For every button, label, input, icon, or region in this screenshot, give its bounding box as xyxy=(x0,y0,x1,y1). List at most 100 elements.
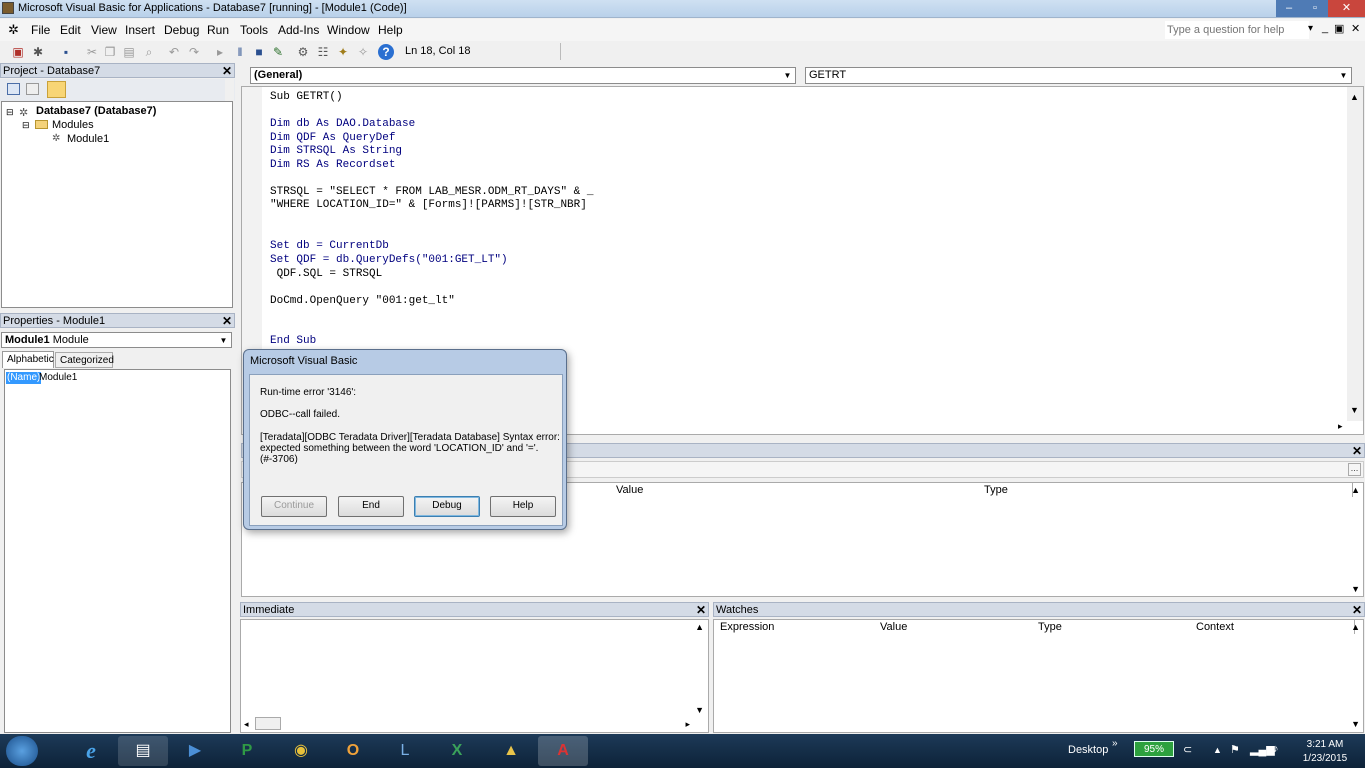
object-browser-icon[interactable]: ✦ xyxy=(335,44,351,60)
help-dropdown-icon[interactable]: ▾ xyxy=(1308,23,1313,34)
menu-help[interactable]: Help xyxy=(378,23,403,37)
network-icon[interactable]: ▂▄▆ xyxy=(1250,743,1275,756)
internet-explorer-icon[interactable]: e xyxy=(66,736,116,766)
save-icon[interactable]: ▪ xyxy=(58,44,74,60)
call-stack-button[interactable]: … xyxy=(1348,463,1361,476)
object-combo[interactable]: (General) ▼ xyxy=(250,67,796,84)
menu-run[interactable]: Run xyxy=(207,23,229,37)
watches-col-expression[interactable]: Expression xyxy=(716,620,881,634)
project-explorer-icon[interactable]: ⚙ xyxy=(295,44,311,60)
excel-icon[interactable]: X xyxy=(432,736,482,766)
redo-icon[interactable]: ↷ xyxy=(186,44,202,60)
code-vertical-scrollbar[interactable]: ▲ ▼ xyxy=(1347,87,1363,421)
watches-close-icon[interactable]: ✕ xyxy=(1352,603,1362,617)
view-object-icon[interactable] xyxy=(26,83,39,95)
access-icon[interactable]: A xyxy=(538,736,588,766)
project-close-icon[interactable]: ✕ xyxy=(222,64,232,78)
tab-alphabetic[interactable]: Alphabetic xyxy=(2,351,54,368)
scroll-down-icon[interactable]: ▼ xyxy=(1350,405,1359,415)
copy-icon[interactable]: ❐ xyxy=(102,44,118,60)
expand-toolbar-icon[interactable]: » xyxy=(1112,738,1118,749)
help-icon[interactable]: ? xyxy=(378,44,394,60)
view-code-icon[interactable] xyxy=(7,83,20,95)
properties-close-icon[interactable]: ✕ xyxy=(222,314,232,328)
reset-icon[interactable]: ■ xyxy=(251,44,267,60)
chevron-down-icon[interactable]: ▼ xyxy=(1337,69,1350,82)
chrome-icon[interactable]: ◉ xyxy=(276,736,326,766)
scroll-down-icon[interactable]: ▼ xyxy=(1351,584,1360,594)
outlook-icon[interactable]: O xyxy=(328,736,378,766)
scroll-up-icon[interactable]: ▲ xyxy=(695,622,704,632)
menu-view[interactable]: View xyxy=(91,23,117,37)
tab-categorized[interactable]: Categorized xyxy=(55,352,114,368)
watches-col-type[interactable]: Type xyxy=(1034,620,1197,634)
minimize-button[interactable]: – xyxy=(1276,0,1302,17)
menu-tools[interactable]: Tools xyxy=(240,23,268,37)
immediate-input[interactable]: ▲ ▼ ◂ ▸ xyxy=(240,619,709,733)
properties-object-combo[interactable]: Module1 Module ▼ xyxy=(1,332,232,348)
clock-time[interactable]: 3:21 AM xyxy=(1300,739,1350,750)
lync-icon[interactable]: L xyxy=(380,736,430,766)
generic-app-icon[interactable]: ▲ xyxy=(486,736,536,766)
scroll-left-icon[interactable]: ◂ xyxy=(244,719,249,730)
locals-close-icon[interactable]: ✕ xyxy=(1352,444,1362,458)
action-center-icon[interactable]: ⚑ xyxy=(1230,743,1240,756)
desktop-toolbar-label[interactable]: Desktop xyxy=(1068,744,1108,756)
start-button[interactable] xyxy=(6,736,38,766)
scroll-down-icon[interactable]: ▼ xyxy=(1351,719,1360,729)
chevron-down-icon[interactable]: ▼ xyxy=(217,334,230,347)
scroll-down-icon[interactable]: ▼ xyxy=(695,705,704,715)
insert-module-icon[interactable]: ✱ xyxy=(30,44,46,60)
property-value-cell[interactable]: Module1 xyxy=(39,372,77,384)
scroll-right-icon[interactable]: ▸ xyxy=(1338,421,1343,432)
tree-module1[interactable]: Module1 xyxy=(67,133,109,145)
volume-icon[interactable]: ♪ xyxy=(1273,743,1279,755)
menu-add-ins[interactable]: Add-Ins xyxy=(278,23,319,37)
close-button[interactable]: ✕ xyxy=(1328,0,1365,17)
toggle-folders-icon[interactable] xyxy=(47,81,66,98)
paste-icon[interactable]: ▤ xyxy=(121,44,137,60)
menu-insert[interactable]: Insert xyxy=(125,23,155,37)
menu-edit[interactable]: Edit xyxy=(60,23,81,37)
media-player-icon[interactable]: ▶ xyxy=(170,736,220,766)
immediate-close-icon[interactable]: ✕ xyxy=(696,603,706,617)
undo-icon[interactable]: ↶ xyxy=(166,44,182,60)
file-explorer-icon[interactable]: ▤ xyxy=(118,736,168,766)
scroll-up-icon[interactable]: ▲ xyxy=(1351,622,1360,632)
tree-collapse-icon[interactable]: ⊟ xyxy=(22,120,30,131)
cut-icon[interactable]: ✂ xyxy=(84,44,100,60)
help-search-input[interactable] xyxy=(1165,21,1309,39)
find-icon[interactable]: ⌕ xyxy=(141,44,157,60)
battery-plug-icon[interactable]: ⊂ xyxy=(1183,743,1192,756)
break-icon[interactable]: ‖ xyxy=(232,44,248,60)
vba-menu-icon[interactable]: ✲ xyxy=(8,22,19,38)
procedure-combo[interactable]: GETRT ▼ xyxy=(805,67,1352,84)
design-mode-icon[interactable]: ✎ xyxy=(270,44,286,60)
properties-window-icon[interactable]: ☷ xyxy=(315,44,331,60)
tree-collapse-icon[interactable]: ⊟ xyxy=(6,107,14,118)
locals-col-type[interactable]: Type xyxy=(980,483,1353,497)
watches-col-context[interactable]: Context xyxy=(1192,620,1355,634)
show-hidden-icons[interactable]: ▲ xyxy=(1213,745,1222,755)
scroll-up-icon[interactable]: ▲ xyxy=(1351,485,1360,495)
tree-project-root[interactable]: Database7 (Database7) xyxy=(36,105,156,117)
mdi-close-button[interactable]: ✕ xyxy=(1351,22,1360,35)
menu-debug[interactable]: Debug xyxy=(164,23,199,37)
end-button[interactable]: End xyxy=(338,496,404,517)
menu-file[interactable]: File xyxy=(31,23,50,37)
mdi-minimize-button[interactable]: _ xyxy=(1322,22,1328,34)
mdi-restore-button[interactable]: ▣ xyxy=(1334,22,1344,35)
toolbox-icon[interactable]: ✧ xyxy=(355,44,371,60)
locals-col-value[interactable]: Value xyxy=(612,483,985,497)
tree-modules-folder[interactable]: Modules xyxy=(52,119,94,131)
project-app-icon[interactable]: P xyxy=(222,736,272,766)
horizontal-scroll-thumb[interactable] xyxy=(255,717,281,730)
help-button[interactable]: Help xyxy=(490,496,556,517)
property-name-cell[interactable]: (Name) xyxy=(6,372,42,384)
battery-indicator[interactable]: 95% xyxy=(1134,741,1174,757)
scroll-right-icon[interactable]: ▸ xyxy=(685,719,690,730)
continue-button[interactable]: Continue xyxy=(261,496,327,517)
scroll-up-icon[interactable]: ▲ xyxy=(1350,92,1359,102)
view-access-icon[interactable]: ▣ xyxy=(10,44,26,60)
clock-date[interactable]: 1/23/2015 xyxy=(1296,753,1354,764)
